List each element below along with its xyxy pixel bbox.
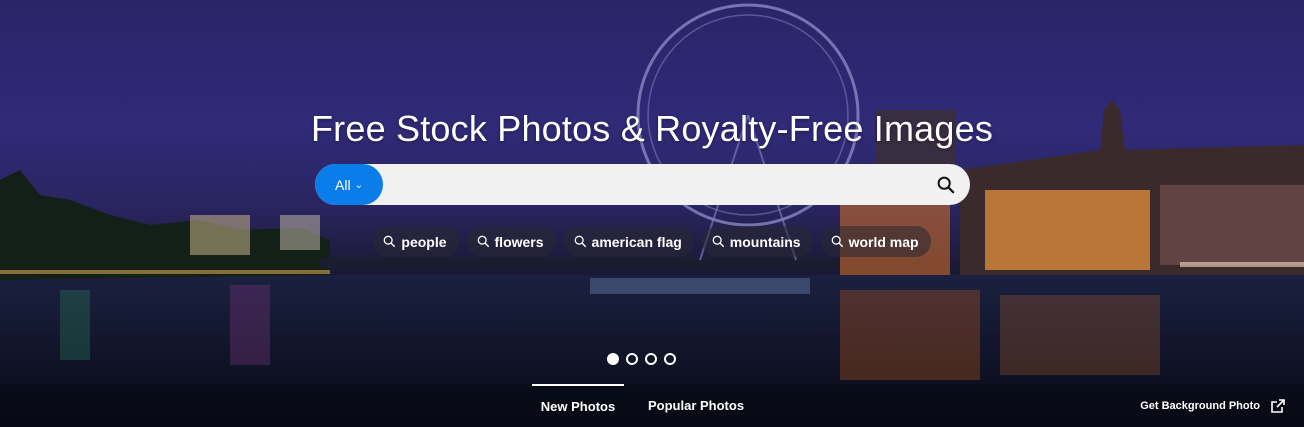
bottom-nav: New Photos Popular Photos Get Background… [0,384,1304,427]
search-icon [712,235,725,248]
external-link-icon [1271,398,1285,413]
tab-popular-photos[interactable]: Popular Photos [648,384,744,427]
get-background-label: Get Background Photo [1140,399,1260,412]
tag-flowers[interactable]: flowers [466,226,556,257]
tag-label: american flag [591,233,682,250]
search-input[interactable] [383,164,922,205]
tag-label: world map [848,233,919,250]
carousel-dot-4[interactable] [664,353,676,365]
tag-world-map[interactable]: world map [820,226,931,257]
carousel-dot-1[interactable] [607,353,619,365]
suggested-tags: people flowers american flag mountains w… [0,226,1304,257]
tag-american-flag[interactable]: american flag [563,226,694,257]
search-icon [831,235,843,248]
search-icon [477,235,489,248]
page-title: Free Stock Photos & Royalty-Free Images [310,108,994,149]
tab-new-photos[interactable]: New Photos [532,384,624,427]
category-label: All [335,176,351,193]
tag-label: people [401,233,447,250]
carousel-dot-3[interactable] [645,353,657,365]
carousel-dots [607,353,676,365]
search-icon [384,235,396,248]
chevron-down-icon: ⌄ [354,180,363,191]
tag-label: flowers [494,233,544,250]
search-icon [574,235,586,248]
search-bar: All ⌄ [315,164,970,205]
tag-mountains[interactable]: mountains [701,226,813,257]
search-icon [937,176,955,193]
search-submit-button[interactable] [922,164,970,205]
tag-label: mountains [729,233,801,250]
get-background-photo-link[interactable]: Get Background Photo [1140,384,1286,427]
tag-people[interactable]: people [373,226,459,257]
category-dropdown[interactable]: All ⌄ [315,164,383,205]
hero-banner: Free Stock Photos & Royalty-Free Images … [0,0,1304,427]
carousel-dot-2[interactable] [626,353,638,365]
